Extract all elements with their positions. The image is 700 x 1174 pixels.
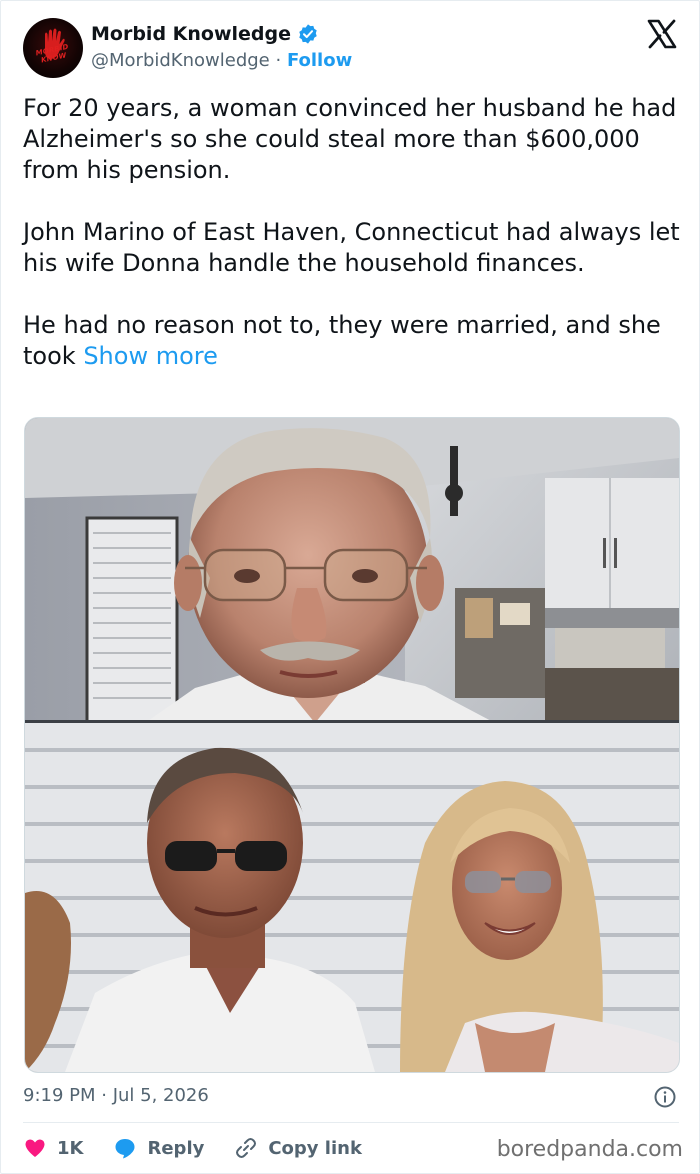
reply-button[interactable]: Reply bbox=[113, 1136, 204, 1160]
avatar[interactable]: MORBID KNOW bbox=[23, 18, 83, 78]
handle[interactable]: @MorbidKnowledge bbox=[91, 50, 270, 71]
heart-icon bbox=[25, 1139, 45, 1157]
show-more-link[interactable]: Show more bbox=[83, 342, 218, 370]
separator-dot: · bbox=[275, 50, 282, 71]
reply-bubble-icon bbox=[115, 1139, 135, 1159]
like-count: 1K bbox=[57, 1137, 84, 1159]
copy-link-label: Copy link bbox=[268, 1137, 362, 1159]
info-icon[interactable] bbox=[653, 1085, 677, 1109]
handle-line: @MorbidKnowledge · Follow bbox=[91, 50, 352, 71]
timestamp[interactable]: 9:19 PM · Jul 5, 2026 bbox=[23, 1085, 209, 1106]
verified-badge-icon bbox=[299, 24, 317, 44]
tweet-text: For 20 years, a woman convinced her husb… bbox=[23, 93, 683, 372]
tweet-media[interactable] bbox=[24, 417, 680, 1073]
video-call-photo bbox=[25, 418, 679, 723]
display-name-row[interactable]: Morbid Knowledge bbox=[91, 23, 319, 45]
follow-button[interactable]: Follow bbox=[287, 50, 352, 71]
like-button[interactable]: 1K bbox=[23, 1136, 83, 1160]
boredpanda-watermark: boredpanda.com bbox=[496, 1137, 683, 1162]
footer-divider bbox=[23, 1122, 679, 1123]
couple-photo bbox=[25, 723, 679, 1072]
action-bar: 1K Reply Copy link bbox=[23, 1134, 392, 1162]
tweet-paragraph: John Marino of East Haven, Connecticut h… bbox=[23, 218, 680, 277]
link-icon bbox=[236, 1138, 257, 1158]
x-logo-icon[interactable] bbox=[647, 19, 677, 49]
tweet-paragraph-last: He had no reason not to, they were marri… bbox=[23, 310, 683, 372]
display-name[interactable]: Morbid Knowledge bbox=[91, 23, 291, 45]
tweet-card: MORBID KNOW Morbid Knowledge @MorbidKnow… bbox=[0, 0, 700, 1174]
copy-link-button[interactable]: Copy link bbox=[234, 1136, 362, 1160]
reply-label: Reply bbox=[147, 1137, 205, 1159]
tweet-paragraph: For 20 years, a woman convinced her husb… bbox=[23, 94, 677, 184]
